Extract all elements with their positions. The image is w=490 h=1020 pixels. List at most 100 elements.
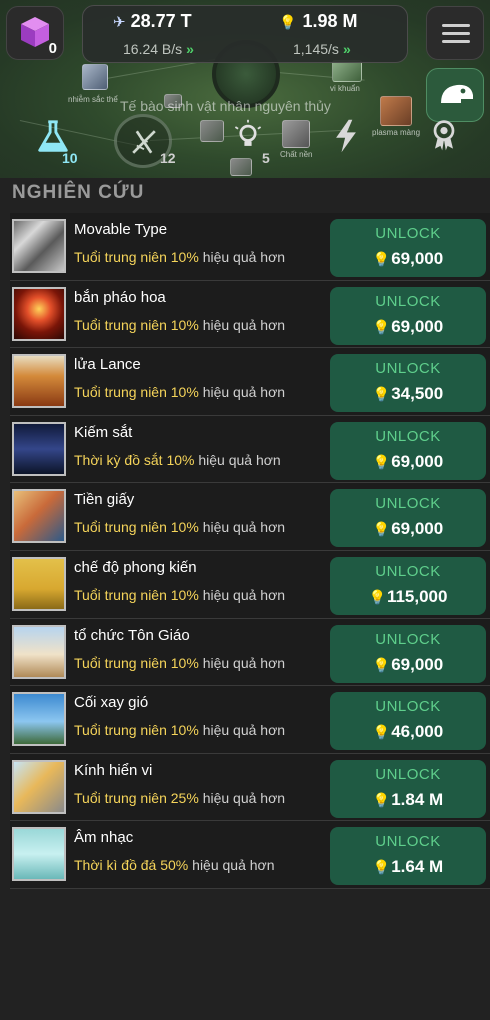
research-bonus: Tuổi trung niên 10% hiệu quả hơn [74, 384, 285, 400]
mosque-icon [12, 624, 66, 679]
research-bonus: Tuổi trung niên 10% hiệu quả hơn [74, 519, 285, 535]
bonus-percent: 10% [170, 316, 199, 333]
research-row: Cối xay gió Tuổi trung niên 10% hiệu quả… [10, 686, 490, 754]
research-name: Tiền giấy [74, 491, 135, 509]
unlock-button[interactable]: UNLOCK 💡69,000 [330, 624, 486, 683]
research-name: Cối xay gió [74, 694, 149, 712]
map-node-label: nhiễm sắc thể [68, 95, 118, 104]
unlock-label: UNLOCK [375, 630, 441, 648]
unlock-button[interactable]: UNLOCK 💡46,000 [330, 692, 486, 751]
banknote-icon [12, 489, 66, 544]
research-bonus: Thời kỳ đồ sắt 10% hiệu quả hơn [74, 452, 281, 468]
map-node-chromosome[interactable] [82, 64, 108, 90]
bonus-percent: 10% [166, 451, 195, 468]
map-node[interactable] [200, 120, 224, 142]
lightbulb-icon [234, 119, 262, 146]
bonus-percent: 50% [160, 857, 189, 874]
bonus-text: hiệu quả hơn [202, 586, 286, 603]
research-name: Kính hiển vi [74, 761, 153, 779]
research-row: Tiền giấy Tuổi trung niên 10% hiệu quả h… [10, 483, 490, 551]
research-bonus: Tuổi trung niên 10% hiệu quả hơn [74, 655, 285, 671]
unlock-price: 💡1.64 M [330, 857, 486, 877]
cube-button[interactable]: 0 [6, 6, 64, 60]
unlock-button[interactable]: UNLOCK 💡69,000 [330, 219, 486, 277]
ideas-rate: 1,145/s [293, 41, 339, 57]
research-list: Movable Type Tuổi trung niên 10% hiệu qu… [10, 213, 490, 889]
price-value: 1.64 M [391, 857, 444, 877]
medal-icon [433, 120, 455, 151]
unlock-price: 💡69,000 [330, 452, 486, 472]
cube-icon [21, 17, 49, 47]
research-name: lửa Lance [74, 356, 141, 374]
unlock-button[interactable]: UNLOCK 💡69,000 [330, 421, 486, 480]
price-value: 69,000 [391, 451, 444, 471]
research-name: bắn pháo hoa [74, 288, 166, 306]
bonus-era: Tuổi trung niên [74, 789, 167, 806]
tab-achievements[interactable] [428, 118, 468, 168]
price-value: 69,000 [391, 249, 444, 268]
tab-power[interactable] [330, 118, 370, 168]
unlock-label: UNLOCK [375, 833, 441, 851]
tab-dna[interactable]: 12 [112, 112, 192, 172]
price-value: 46,000 [391, 722, 444, 742]
lightbulb-icon: 💡 [372, 318, 391, 335]
price-value: 69,000 [391, 654, 444, 674]
tab-count: 10 [62, 150, 78, 166]
dinosaur-button[interactable] [426, 68, 484, 122]
fireworks-icon [12, 286, 66, 341]
bonus-era: Tuổi trung niên [74, 586, 167, 603]
bonus-text: hiệu quả hơn [202, 654, 286, 671]
tab-count: 12 [160, 150, 176, 166]
bonus-text: hiệu quả hơn [202, 249, 286, 265]
lightbulb-icon: 💡 [372, 386, 391, 403]
lightbulb-icon: 💡 [372, 521, 391, 538]
research-row: chế độ phong kiến Tuổi trung niên 10% hi… [10, 550, 490, 619]
double-chevron-icon: » [342, 41, 351, 57]
research-row: Movable Type Tuổi trung niên 10% hiệu qu… [10, 213, 490, 281]
flute-icon [12, 827, 66, 882]
menu-button[interactable] [426, 6, 484, 60]
research-name: chế độ phong kiến [74, 558, 197, 576]
map-node-label: plasma màng [372, 128, 421, 137]
research-bonus: Tuổi trung niên 10% hiệu quả hơn [74, 722, 285, 738]
research-row: Kiếm sắt Thời kỳ đồ sắt 10% hiệu quả hơn… [10, 415, 490, 484]
power-rate: 16.24 B/s [123, 41, 183, 57]
research-name: tổ chức Tôn Giáo [74, 626, 190, 644]
research-row: lửa Lance Tuổi trung niên 10% hiệu quả h… [10, 348, 490, 416]
ideas-stat: 💡 1.98 M [279, 11, 357, 32]
bonus-text: hiệu quả hơn [202, 316, 286, 333]
unlock-label: UNLOCK [375, 427, 441, 445]
ideas-value: 1.98 M [302, 11, 358, 31]
unlock-button[interactable]: UNLOCK 💡34,500 [330, 354, 486, 413]
bonus-percent: 10% [170, 519, 199, 536]
unlock-button[interactable]: UNLOCK 💡115,000 [330, 556, 486, 615]
tab-research[interactable]: 10 [30, 118, 88, 168]
double-chevron-icon: » [186, 41, 194, 57]
unlock-price: 💡69,000 [330, 249, 486, 269]
cube-count: 0 [48, 40, 57, 57]
section-title: NGHIÊN CỨU [12, 182, 145, 203]
research-name: Movable Type [74, 221, 168, 238]
unlock-label: UNLOCK [375, 360, 441, 378]
tab-ideas[interactable]: 5 [228, 118, 286, 168]
resource-stats-panel: ✈ 28.77 T 16.24 B/s» 💡 1.98 M 1,145/s» [82, 5, 408, 63]
unlock-label: UNLOCK [375, 225, 441, 242]
bonus-era: Tuổi trung niên [74, 384, 167, 401]
unlock-button[interactable]: UNLOCK 💡69,000 [330, 489, 486, 548]
unlock-button[interactable]: UNLOCK 💡69,000 [330, 286, 486, 345]
sword-icon [12, 421, 66, 476]
map-node-membrane[interactable] [380, 96, 412, 126]
research-name: Âm nhạc [74, 829, 134, 847]
lightbulb-icon: 💡 [372, 724, 391, 741]
power-rate-stat: 16.24 B/s» [123, 41, 194, 57]
map-node-bacteria[interactable] [332, 60, 362, 82]
unlock-button[interactable]: UNLOCK 💡1.84 M [330, 759, 486, 818]
unlock-button[interactable]: UNLOCK 💡1.64 M [330, 827, 486, 886]
bonus-text: hiệu quả hơn [198, 451, 281, 468]
lightbulb-icon: 💡 [372, 656, 391, 673]
price-value: 69,000 [391, 316, 444, 336]
unlock-label: UNLOCK [375, 495, 441, 513]
jet-icon: ✈ [113, 14, 126, 31]
map-node-matrix[interactable] [282, 120, 310, 148]
lightbulb-icon: 💡 [372, 251, 391, 267]
